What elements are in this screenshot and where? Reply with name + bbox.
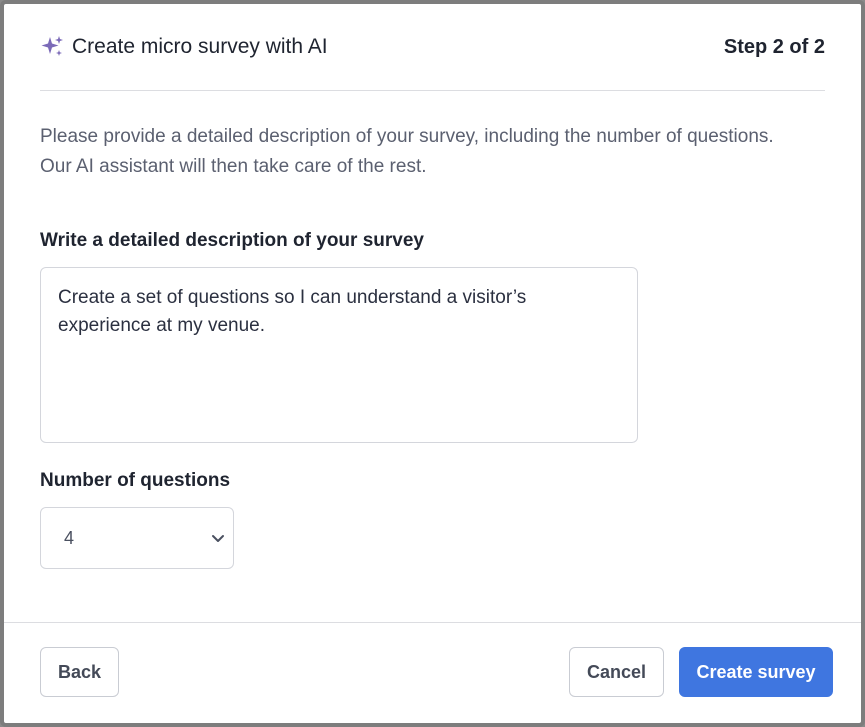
create-survey-button[interactable]: Create survey (679, 647, 833, 697)
back-button[interactable]: Back (40, 647, 119, 697)
dialog-title: Create micro survey with AI (72, 35, 328, 58)
cancel-button[interactable]: Cancel (569, 647, 664, 697)
sparkle-icon (40, 35, 64, 59)
questions-label: Number of questions (40, 470, 231, 491)
questions-select-value: 4 (64, 527, 75, 548)
dialog-header: Create micro survey with AI Step 2 of 2 (40, 4, 825, 91)
description-label: Write a detailed description of your sur… (40, 230, 424, 251)
step-indicator: Step 2 of 2 (723, 35, 825, 58)
dialog-footer: Back Cancel Create survey (4, 622, 861, 723)
chevron-down-icon (211, 531, 225, 545)
dialog-title-group: Create micro survey with AI (40, 35, 328, 59)
create-survey-dialog: Create micro survey with AI Step 2 of 2 … (0, 0, 865, 727)
questions-select[interactable]: 4 (40, 507, 234, 569)
intro-text: Please provide a detailed description of… (40, 126, 774, 177)
description-textarea[interactable]: Create a set of questions so I can under… (40, 267, 638, 443)
